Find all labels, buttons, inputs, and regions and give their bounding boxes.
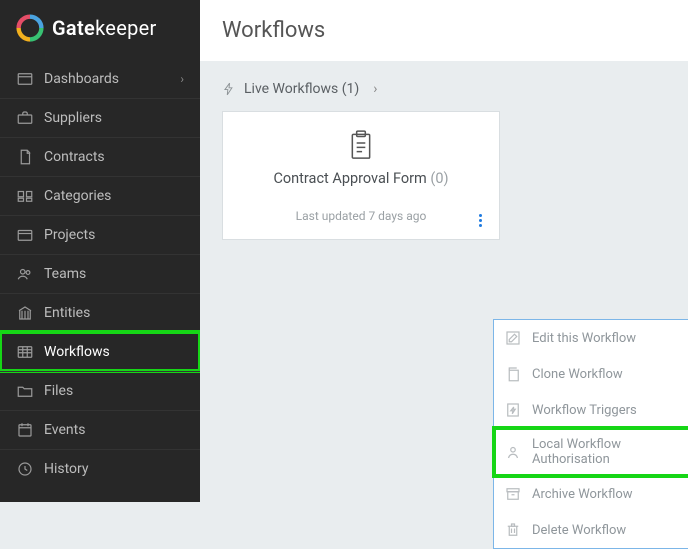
bolt-icon xyxy=(222,82,236,96)
calendar-icon xyxy=(16,421,34,439)
sidebar-item-categories[interactable]: Categories xyxy=(0,176,200,215)
brand: Gatekeeper xyxy=(0,0,200,60)
sidebar-item-label: Workflows xyxy=(44,344,110,360)
sidebar-item-label: Contracts xyxy=(44,149,105,165)
section-header[interactable]: Live Workflows (1) › xyxy=(222,79,666,111)
menu-item-label: Edit this Workflow xyxy=(532,331,636,346)
workflows-icon xyxy=(16,343,34,361)
brand-name: Gatekeeper xyxy=(52,16,157,40)
users-icon xyxy=(16,265,34,283)
workflow-card[interactable]: Contract Approval Form (0) Last updated … xyxy=(222,111,500,240)
sidebar-item-label: Projects xyxy=(44,227,95,243)
menu-item-archive-workflow[interactable]: Archive Workflow xyxy=(494,476,688,512)
history-icon xyxy=(16,460,34,478)
archive-icon xyxy=(504,485,522,503)
menu-item-workflow-triggers[interactable]: Workflow Triggers xyxy=(494,392,688,428)
menu-item-label: Archive Workflow xyxy=(532,487,633,502)
sidebar-item-files[interactable]: Files xyxy=(0,371,200,410)
content: Live Workflows (1) › Contract Approval F… xyxy=(200,61,688,258)
folder-icon xyxy=(16,382,34,400)
dashboard-icon xyxy=(16,70,34,88)
sidebar-item-label: Suppliers xyxy=(44,110,102,126)
sidebar-item-events[interactable]: Events xyxy=(0,410,200,449)
sidebar-item-label: Files xyxy=(44,383,73,399)
menu-item-edit-workflow[interactable]: Edit this Workflow xyxy=(494,320,688,356)
user-icon xyxy=(504,443,522,461)
main: Workflows Live Workflows (1) › xyxy=(200,0,688,502)
sidebar-item-contracts[interactable]: Contracts xyxy=(0,137,200,176)
chevron-right-icon: › xyxy=(180,72,184,86)
sidebar-item-projects[interactable]: Projects xyxy=(0,215,200,254)
briefcase-icon xyxy=(16,109,34,127)
clipboard-icon xyxy=(348,130,374,160)
menu-item-label: Local Workflow Authorisation xyxy=(532,437,688,467)
trash-icon xyxy=(504,521,522,539)
sidebar-item-label: Events xyxy=(44,422,85,438)
bolt-icon xyxy=(504,401,522,419)
tags-icon xyxy=(16,187,34,205)
building-icon xyxy=(16,304,34,322)
sidebar-item-label: Categories xyxy=(44,188,111,204)
document-icon xyxy=(16,148,34,166)
sidebar-item-dashboards[interactable]: Dashboards › xyxy=(0,60,200,98)
workflow-card-title: Contract Approval Form (0) xyxy=(241,170,481,187)
chevron-right-icon: › xyxy=(373,81,377,97)
menu-item-local-workflow-authorisation[interactable]: Local Workflow Authorisation xyxy=(494,428,688,476)
menu-item-label: Delete Workflow xyxy=(532,523,626,538)
sidebar-item-label: Dashboards xyxy=(44,71,119,87)
brand-logo-icon xyxy=(16,14,44,42)
sidebar: Gatekeeper Dashboards › Suppliers Contra… xyxy=(0,0,200,502)
menu-item-label: Clone Workflow xyxy=(532,367,623,382)
sidebar-item-history[interactable]: History xyxy=(0,449,200,488)
page-title: Workflows xyxy=(200,0,688,61)
menu-item-delete-workflow[interactable]: Delete Workflow xyxy=(494,512,688,548)
card-menu-button[interactable] xyxy=(473,213,487,227)
workflow-card-subtitle: Last updated 7 days ago xyxy=(241,209,481,223)
projects-icon xyxy=(16,226,34,244)
sidebar-item-label: History xyxy=(44,461,89,477)
sidebar-item-teams[interactable]: Teams xyxy=(0,254,200,293)
sidebar-item-workflows[interactable]: Workflows xyxy=(0,332,200,371)
sidebar-nav: Dashboards › Suppliers Contracts Categor… xyxy=(0,60,200,488)
sidebar-item-entities[interactable]: Entities xyxy=(0,293,200,332)
sidebar-item-label: Teams xyxy=(44,266,86,282)
menu-item-label: Workflow Triggers xyxy=(532,403,637,418)
section-label: Live Workflows (1) xyxy=(244,81,359,97)
sidebar-item-label: Entities xyxy=(44,305,90,321)
edit-icon xyxy=(504,329,522,347)
card-context-menu: Edit this Workflow Clone Workflow Workfl… xyxy=(493,319,688,549)
copy-icon xyxy=(504,365,522,383)
menu-item-clone-workflow[interactable]: Clone Workflow xyxy=(494,356,688,392)
sidebar-item-suppliers[interactable]: Suppliers xyxy=(0,98,200,137)
